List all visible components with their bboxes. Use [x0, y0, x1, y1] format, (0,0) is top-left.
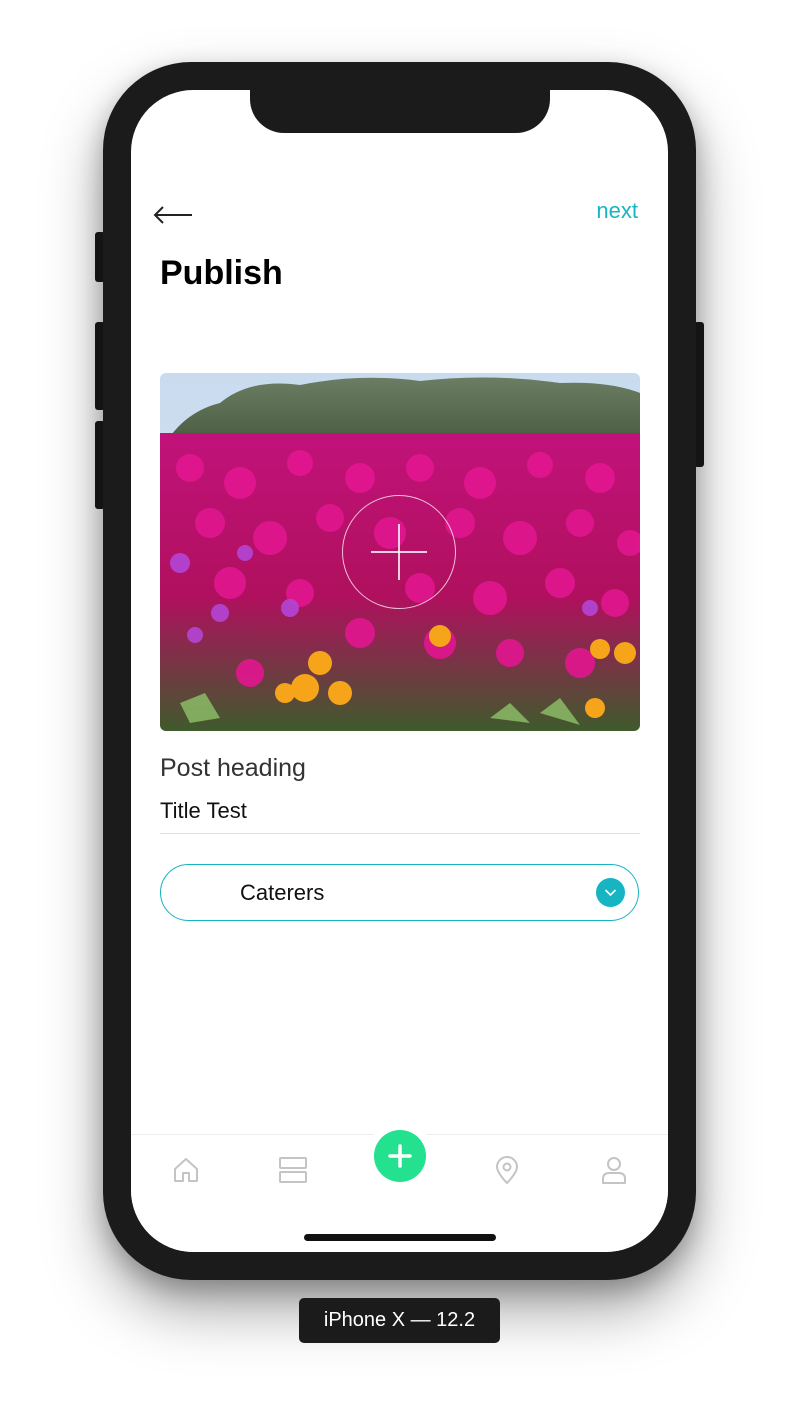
post-heading-input[interactable] [160, 798, 640, 824]
tab-profile[interactable] [599, 1155, 629, 1185]
chevron-down-icon [596, 878, 625, 907]
device-notch [250, 82, 550, 133]
stage: next Publish Post heading Title Test Cat… [0, 0, 800, 1401]
map-pin-icon [495, 1156, 519, 1185]
post-photo[interactable] [160, 373, 640, 731]
post-heading-label: Post heading [160, 754, 306, 782]
arrow-left-icon [153, 206, 192, 224]
add-icon [388, 1144, 412, 1168]
tab-home[interactable] [171, 1155, 201, 1185]
back-button[interactable] [153, 202, 193, 228]
home-indicator[interactable] [304, 1234, 496, 1241]
page-title: Publish [160, 254, 283, 292]
category-value: Caterers [240, 880, 325, 905]
category-dropdown[interactable]: Caterers [160, 864, 639, 921]
profile-icon [602, 1157, 626, 1184]
home-icon [174, 1158, 198, 1182]
device-caption: iPhone X — 12.2 [299, 1298, 500, 1343]
feed-icon [279, 1157, 307, 1183]
add-photo-plus-icon[interactable] [342, 495, 456, 609]
post-heading-underline [160, 833, 640, 834]
add-post-button[interactable] [374, 1130, 426, 1182]
next-button[interactable]: next [596, 198, 638, 224]
screen: next Publish Post heading Title Test Cat… [131, 90, 668, 1252]
tab-feed[interactable] [278, 1155, 308, 1185]
tab-map[interactable] [492, 1155, 522, 1185]
